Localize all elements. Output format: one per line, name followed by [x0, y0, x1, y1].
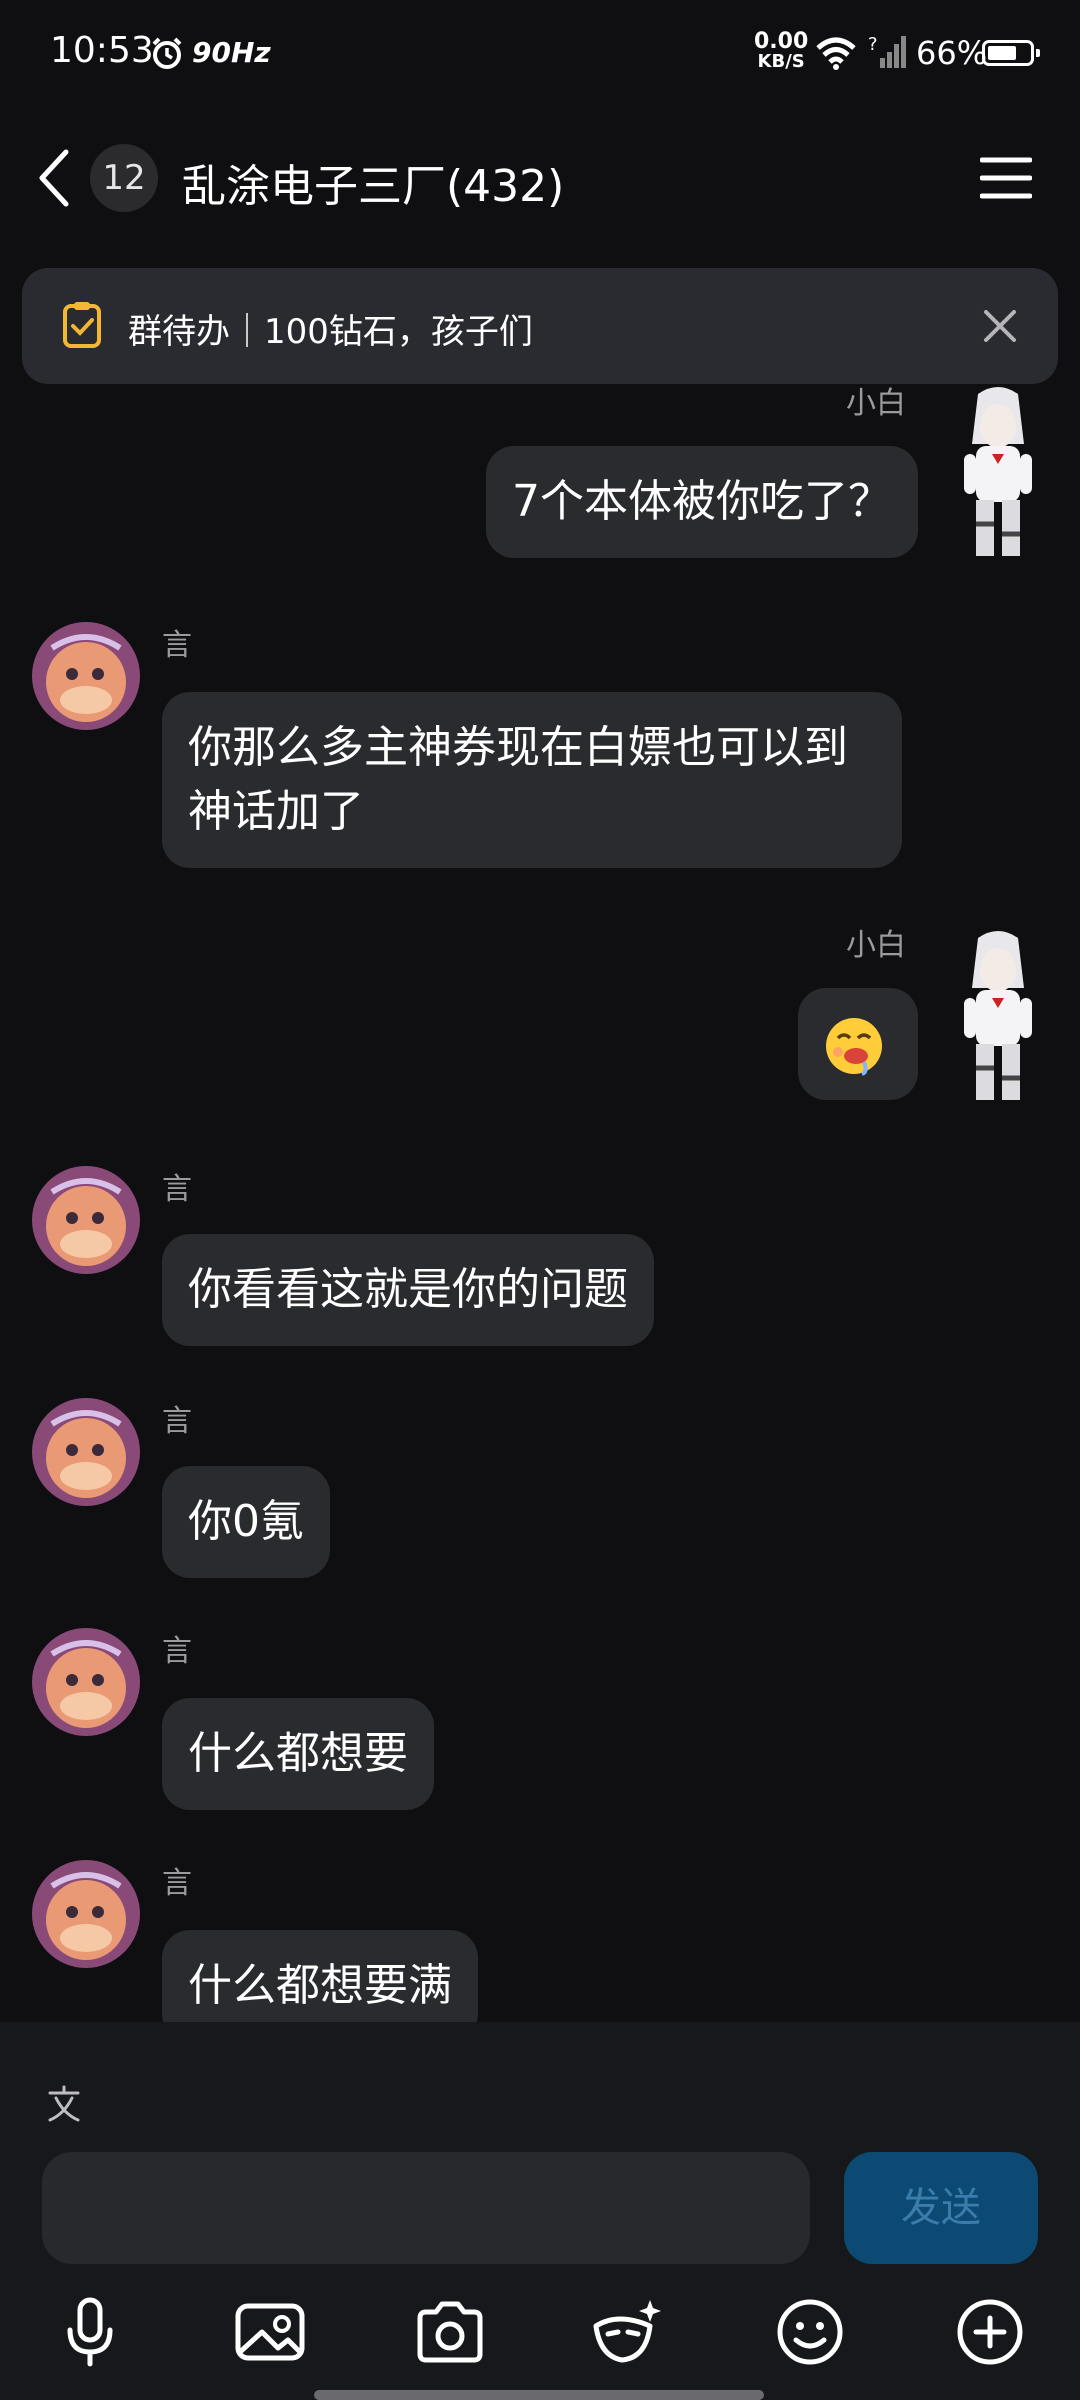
camera-icon[interactable] — [410, 2292, 490, 2372]
sender-name: 言 — [162, 628, 192, 663]
message-bubble[interactable]: 什么都想要 — [162, 1698, 434, 1810]
drooling-face-icon — [824, 1016, 884, 1094]
todo-text: 群待办｜100钻石，孩子们 — [128, 312, 533, 352]
message-bubble[interactable]: 你那么多主神券现在白嫖也可以到神话加了 — [162, 692, 902, 868]
message-bubble[interactable]: 你0氪 — [162, 1466, 330, 1578]
message-list[interactable]: 小白 7个本体被你吃了？ 言 你那么多主神券现在白嫖也可以到神话加了 小白 言 … — [0, 384, 1080, 2022]
svg-text:?: ? — [868, 34, 878, 55]
battery-percent: 66% — [916, 34, 988, 72]
image-icon[interactable] — [230, 2292, 310, 2372]
wifi-icon — [815, 36, 857, 74]
composer-panel: 发送 — [0, 2022, 1080, 2400]
net-speed-value: 0.00 — [754, 29, 809, 54]
sender-avatar[interactable] — [958, 384, 1038, 564]
group-todo-banner[interactable]: 群待办｜100钻石，孩子们 — [22, 268, 1058, 384]
status-bar: 10:53 90Hz 0.00 KB/S ? 66% — [0, 0, 1080, 110]
message-bubble[interactable] — [798, 988, 918, 1100]
battery-icon — [982, 40, 1040, 66]
menu-icon[interactable] — [979, 156, 1033, 204]
net-speed: 0.00 KB/S — [754, 29, 809, 72]
sender-avatar[interactable] — [32, 1398, 140, 1506]
sender-name: 小白 — [846, 928, 906, 963]
sticker-icon[interactable] — [588, 2292, 668, 2372]
sender-name: 言 — [162, 1634, 192, 1669]
sender-avatar[interactable] — [32, 622, 140, 730]
todo-clipboard-icon — [62, 300, 102, 354]
unread-count-badge[interactable]: 12 — [90, 144, 158, 212]
sender-avatar[interactable] — [32, 1628, 140, 1736]
plus-icon[interactable] — [950, 2292, 1030, 2372]
back-icon[interactable] — [34, 148, 74, 212]
chat-title: 乱涂电子三厂(432) — [182, 161, 565, 212]
status-time: 10:53 — [50, 30, 154, 71]
close-icon[interactable] — [982, 308, 1018, 348]
cell-signal-icon: ? — [868, 34, 908, 74]
sender-name: 小白 — [846, 386, 906, 421]
sender-name: 言 — [162, 1866, 192, 1901]
sender-name: 言 — [162, 1404, 192, 1439]
refresh-rate: 90Hz — [192, 36, 271, 69]
message-bubble[interactable]: 7个本体被你吃了？ — [486, 446, 918, 558]
send-button[interactable]: 发送 — [844, 2152, 1038, 2264]
sender-avatar[interactable] — [32, 1166, 140, 1274]
message-bubble[interactable]: 什么都想要满 — [162, 1930, 478, 2022]
sender-name: 言 — [162, 1172, 192, 1207]
sender-avatar[interactable] — [958, 928, 1038, 1108]
emoji-icon[interactable] — [770, 2292, 850, 2372]
sender-avatar[interactable] — [32, 1860, 140, 1968]
alarm-icon — [150, 36, 184, 74]
microphone-icon[interactable] — [50, 2292, 130, 2372]
home-indicator[interactable] — [314, 2390, 764, 2400]
message-bubble[interactable]: 你看看这就是你的问题 — [162, 1234, 654, 1346]
message-input[interactable] — [42, 2152, 810, 2264]
translate-icon[interactable] — [44, 2084, 84, 2128]
net-speed-unit: KB/S — [757, 51, 805, 72]
